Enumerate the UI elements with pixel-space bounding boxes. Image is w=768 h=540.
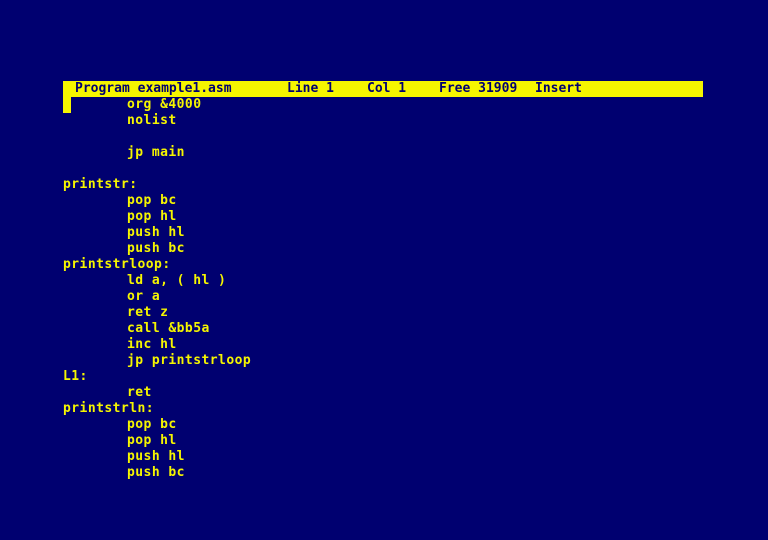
code-line[interactable]: ret z bbox=[127, 305, 168, 321]
code-line[interactable]: jp main bbox=[127, 145, 185, 161]
code-line[interactable]: pop hl bbox=[127, 209, 177, 225]
text-cursor bbox=[63, 81, 71, 113]
code-line[interactable]: L1: bbox=[63, 369, 88, 385]
code-line[interactable]: ret bbox=[127, 385, 152, 401]
editor-screen: org &4000 nolist jp main printstr: pop bc pop… bbox=[0, 0, 768, 540]
code-line[interactable]: org &4000 bbox=[127, 97, 202, 113]
status-insert-mode: Insert bbox=[535, 81, 582, 96]
code-line[interactable]: push bc bbox=[127, 241, 185, 257]
code-line[interactable]: or a bbox=[127, 289, 160, 305]
code-line[interactable]: printstrln: bbox=[63, 401, 154, 417]
code-line[interactable]: ld a, ( hl ) bbox=[127, 273, 226, 289]
code-line[interactable]: inc hl bbox=[127, 337, 177, 353]
code-line[interactable]: push bc bbox=[127, 465, 185, 481]
code-line[interactable]: nolist bbox=[127, 113, 177, 129]
code-line[interactable]: printstrloop: bbox=[63, 257, 171, 273]
code-line[interactable]: pop bc bbox=[127, 193, 177, 209]
code-line[interactable]: pop bc bbox=[127, 417, 177, 433]
code-line[interactable]: push hl bbox=[127, 449, 185, 465]
status-free-memory: Free 31909 bbox=[439, 81, 518, 96]
code-line[interactable]: pop hl bbox=[127, 433, 177, 449]
status-bar: Program example1.asm Line 1 Col 1 Free 3… bbox=[63, 81, 703, 97]
code-line[interactable]: jp printstrloop bbox=[127, 353, 251, 369]
status-line-indicator: Line 1 bbox=[287, 81, 334, 96]
status-column-indicator: Col 1 bbox=[367, 81, 407, 96]
status-program-name: Program example1.asm bbox=[75, 81, 232, 96]
code-line[interactable]: push hl bbox=[127, 225, 185, 241]
code-line[interactable]: call &bb5a bbox=[127, 321, 210, 337]
